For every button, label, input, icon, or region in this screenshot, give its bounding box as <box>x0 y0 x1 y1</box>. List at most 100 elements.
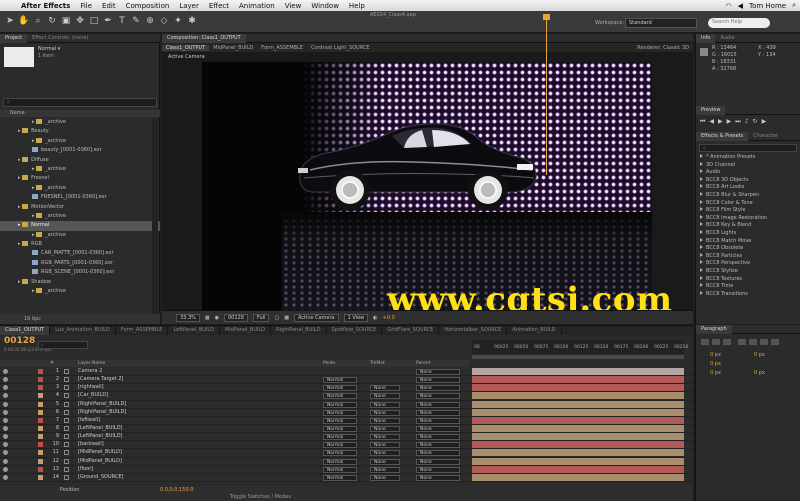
layer-row[interactable]: 2 [Camera Target 2] Normal None <box>0 376 693 385</box>
effects-category[interactable]: BCC8 Transitions <box>696 290 800 299</box>
layer-name[interactable]: [Ground_SOURCE] <box>78 474 123 481</box>
project-item[interactable]: ▸ Fresnel <box>0 174 160 183</box>
project-thumb-name[interactable]: Normal ▾ <box>38 46 60 52</box>
disclosure-triangle-icon[interactable] <box>700 283 703 288</box>
layer-name[interactable]: [floor] <box>78 466 93 473</box>
menu-effect[interactable]: Effect <box>204 2 234 10</box>
align-right-button[interactable] <box>723 339 731 345</box>
effects-category[interactable]: BCC8 3D Objects <box>696 176 800 185</box>
selection-tool-icon[interactable]: ➤ <box>4 15 16 27</box>
project-scrollbar[interactable] <box>152 118 158 318</box>
layer-label-color[interactable] <box>38 377 43 383</box>
project-item[interactable]: ▸ Normal <box>0 221 160 231</box>
disclosure-triangle-icon[interactable] <box>700 237 703 242</box>
grid-icon[interactable]: ▦ <box>205 315 210 321</box>
layer-label-color[interactable] <box>38 466 43 472</box>
visibility-eye-icon[interactable] <box>3 466 8 472</box>
loop-icon[interactable]: ↻ <box>753 118 758 126</box>
menu-animation[interactable]: Animation <box>234 2 280 10</box>
align-left-button[interactable] <box>701 339 709 345</box>
render-canvas[interactable] <box>202 62 652 310</box>
current-time-field[interactable]: 00128 <box>224 313 248 322</box>
layer-row[interactable]: 4 [Car_BUILD] Normal None None <box>0 392 693 401</box>
tab-preview[interactable]: Preview <box>696 105 726 115</box>
layer-mode-select[interactable]: Normal <box>323 450 357 457</box>
layer-row[interactable]: 9 [LeftPanel_BUILD] Normal None None <box>0 433 693 442</box>
layer-label-color[interactable] <box>38 474 43 480</box>
mask-tool-icon[interactable]: □ <box>88 15 100 27</box>
layer-name[interactable]: [rightwall] <box>78 384 104 391</box>
tab-effects-presets[interactable]: Effects & Presets <box>696 131 749 141</box>
layer-row[interactable]: 10 [backwall] Normal None None <box>0 441 693 450</box>
visibility-eye-icon[interactable] <box>3 401 8 407</box>
spotlight-icon[interactable]: ⌕ <box>792 1 796 10</box>
view-layout-select[interactable]: 1 View <box>343 313 369 322</box>
layer-label-color[interactable] <box>38 385 43 391</box>
layer-duration-bar[interactable] <box>472 408 684 416</box>
layer-duration-bar[interactable] <box>472 416 684 424</box>
tab-audio[interactable]: Audio <box>715 34 739 43</box>
pen-tool-icon[interactable]: ✒ <box>102 15 114 27</box>
project-item[interactable]: ▸ Diffuse <box>0 156 160 165</box>
project-item[interactable]: ▸ _archive <box>0 212 160 221</box>
layer-trkmat-select[interactable]: None <box>370 409 400 416</box>
layer-duration-bar[interactable] <box>472 457 684 465</box>
disclosure-triangle-icon[interactable] <box>700 154 703 158</box>
visibility-eye-icon[interactable] <box>3 377 8 383</box>
effects-category[interactable]: BCC8 Lights <box>696 229 800 238</box>
layer-parent-select[interactable]: None <box>416 409 460 416</box>
effects-category[interactable]: BCC8 Key & Blend <box>696 222 800 230</box>
effects-category[interactable]: BCC8 Obsolete <box>696 245 800 253</box>
layer-parent-select[interactable]: None <box>416 466 460 473</box>
layer-trkmat-select[interactable]: None <box>370 401 400 408</box>
layer-mode-select[interactable]: Normal <box>323 393 357 400</box>
layer-row[interactable]: 14 [Ground_SOURCE] Normal None None <box>0 473 693 482</box>
layer-name[interactable]: [backwall] <box>78 441 104 448</box>
camera-view-select[interactable]: Active Camera <box>293 313 339 322</box>
layer-trkmat-select[interactable]: None <box>370 442 400 449</box>
layer-label-color[interactable] <box>38 434 43 440</box>
layer-parent-select[interactable]: None <box>416 377 460 384</box>
layer-trkmat-select[interactable]: None <box>370 393 400 400</box>
layer-mode-select[interactable]: Normal <box>323 377 357 384</box>
exposure-icon[interactable]: ◐ <box>373 315 377 321</box>
crumb-class1-output[interactable]: Class1_OUTPUT <box>162 44 210 51</box>
layer-row[interactable]: 12 [MidPanel_BUILD] Normal None None <box>0 457 693 466</box>
layer-parent-select[interactable]: None <box>416 369 460 375</box>
layer-row[interactable]: 11 [MidPanel_BUILD] Normal None None <box>0 449 693 458</box>
timeline-tab[interactable]: Class1_OUTPUT <box>0 326 51 335</box>
layer-row[interactable]: 6 [RightPanel_BUILD] Normal None None <box>0 408 693 417</box>
layer-duration-bar[interactable] <box>472 368 684 375</box>
layer-duration-bar[interactable] <box>472 433 684 441</box>
layer-duration-bar[interactable] <box>472 376 684 384</box>
justify-right-button[interactable] <box>760 339 768 345</box>
layer-label-color[interactable] <box>38 442 43 448</box>
layer-trkmat-select[interactable]: None <box>370 474 400 481</box>
disclosure-triangle-icon[interactable] <box>700 275 703 280</box>
disclosure-triangle-icon[interactable] <box>700 260 703 265</box>
visibility-eye-icon[interactable] <box>3 417 8 423</box>
visibility-eye-icon[interactable] <box>3 474 8 480</box>
layer-duration-bar[interactable] <box>472 424 684 432</box>
effects-category[interactable]: BCC8 Time <box>696 283 800 291</box>
zoom-tool-icon[interactable]: ⌕ <box>32 15 44 27</box>
position-property-value[interactable]: 0.0,0.0,150.0 <box>160 487 193 493</box>
layer-row[interactable]: 7 [leftwall] Normal None None <box>0 416 693 425</box>
menu-help[interactable]: Help <box>344 2 370 10</box>
project-item[interactable]: ▸ RGB <box>0 240 160 249</box>
disclosure-triangle-icon[interactable] <box>700 161 703 166</box>
timeline-tab[interactable]: Horizontalbar_SOURCE <box>439 326 508 335</box>
layer-row[interactable]: 1 Camera 2 None <box>0 368 693 377</box>
menu-composition[interactable]: Composition <box>121 2 175 10</box>
toggle-switches-modes[interactable]: Toggle Switches / Modes <box>230 494 291 500</box>
layer-row[interactable]: 13 [floor] Normal None None <box>0 465 693 474</box>
layer-parent-select[interactable]: None <box>416 434 460 441</box>
layer-mode-select[interactable]: Normal <box>323 434 357 441</box>
layer-parent-select[interactable]: None <box>416 425 460 432</box>
effects-category[interactable]: Audio <box>696 169 800 177</box>
layer-trkmat-select[interactable]: None <box>370 450 400 457</box>
project-item[interactable]: ▸ _archive <box>0 165 160 174</box>
timeline-search-input[interactable]: ⌕ <box>38 341 88 349</box>
layer-label-color[interactable] <box>38 450 43 456</box>
tab-character[interactable]: Character <box>748 132 783 141</box>
